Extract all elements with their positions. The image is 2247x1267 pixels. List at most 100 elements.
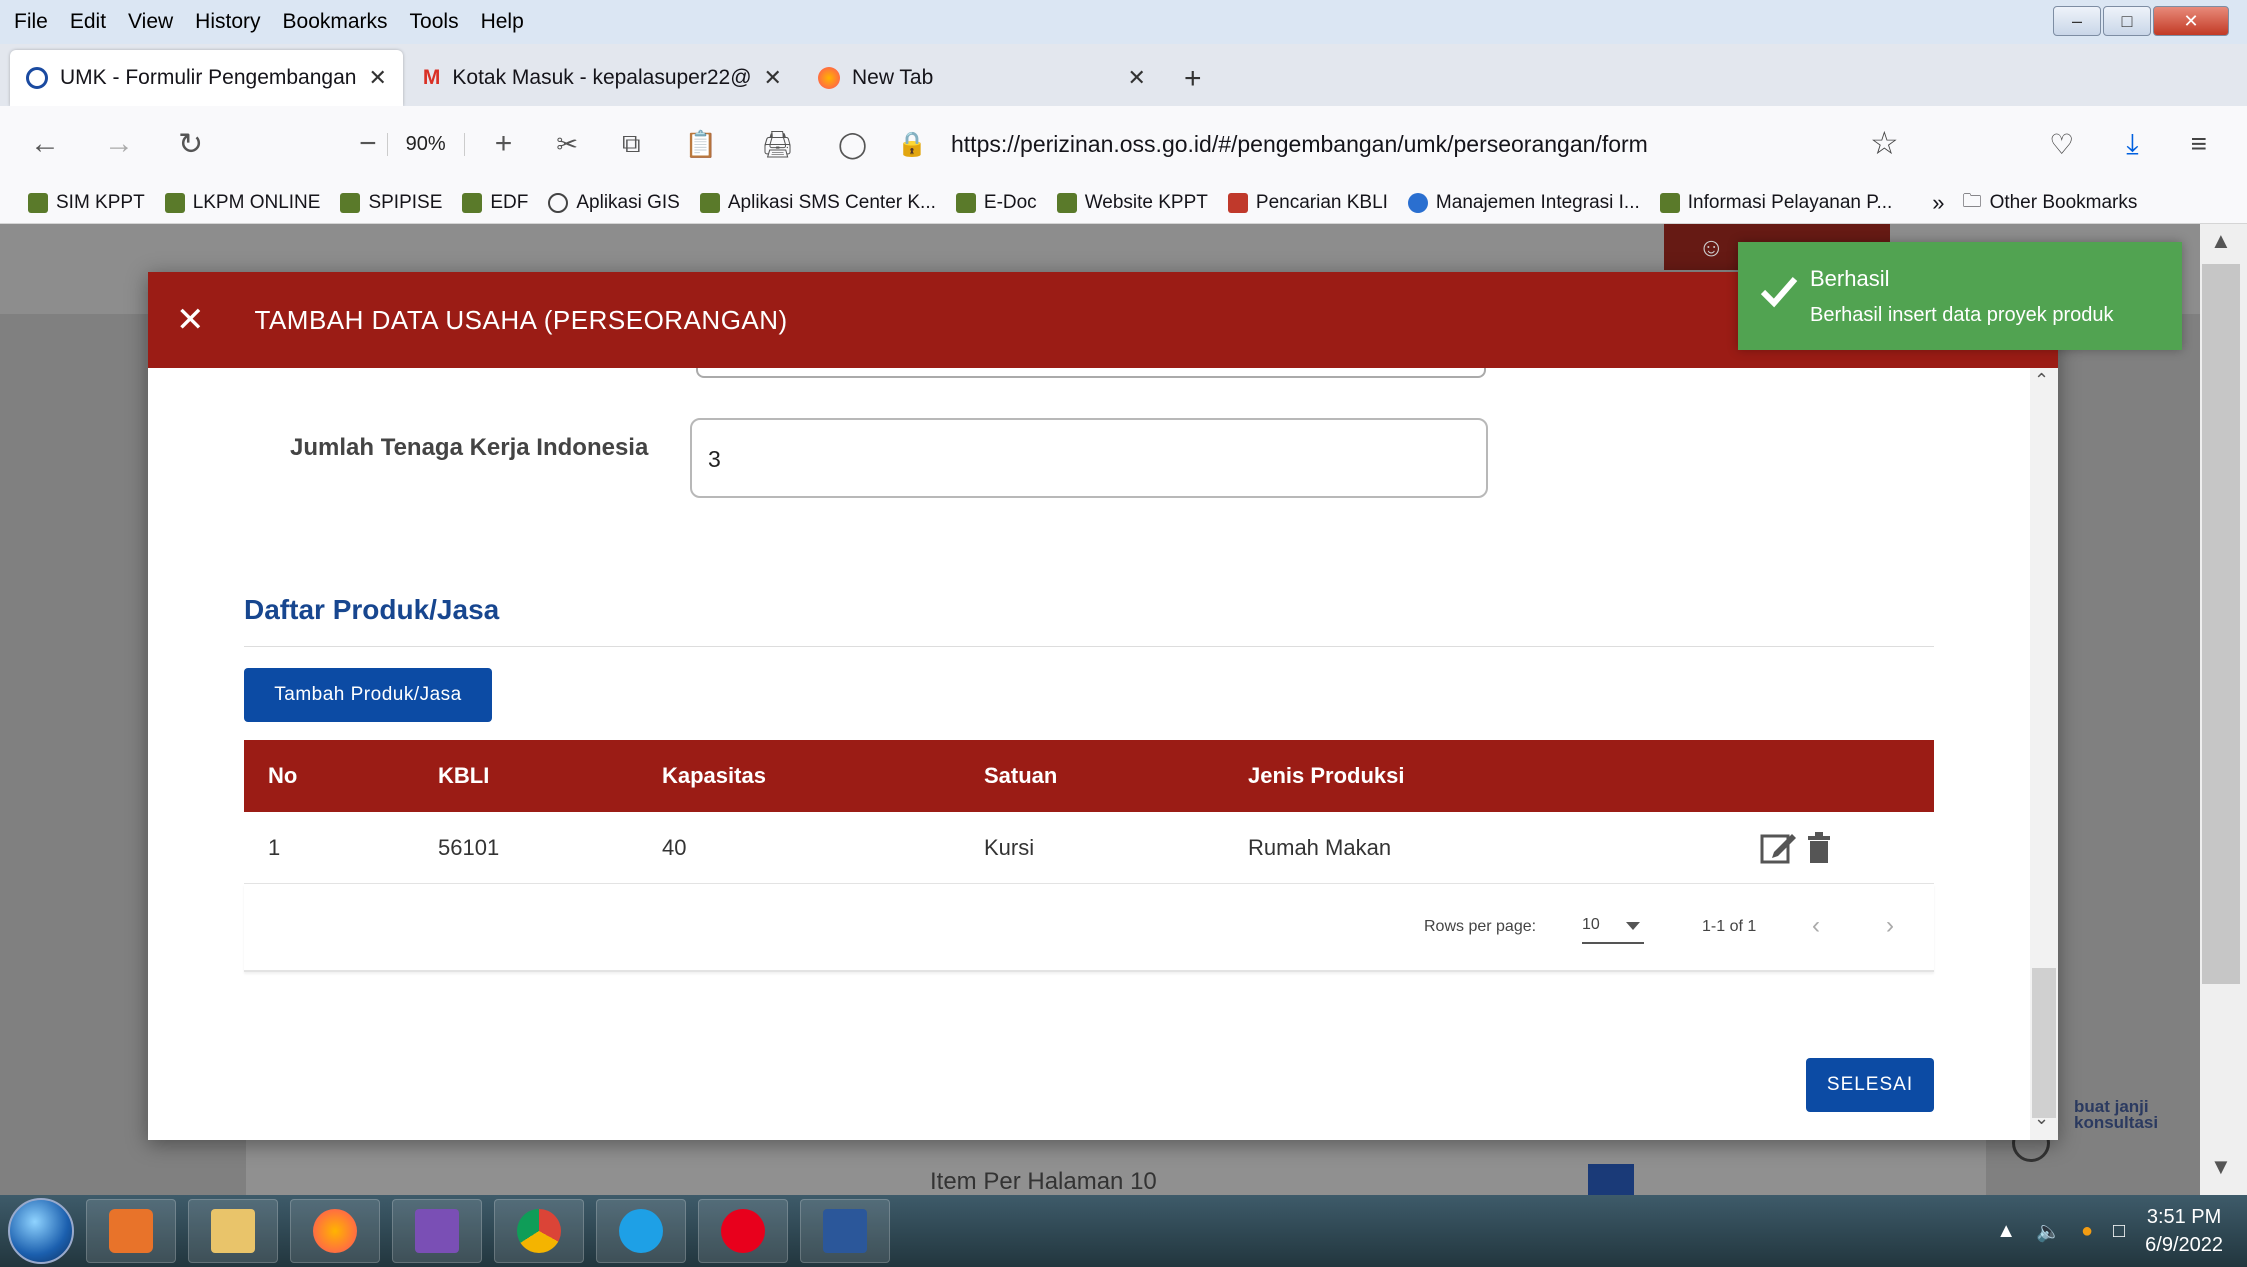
page-scrollbar[interactable]: ▲ ▼ [2200,224,2247,1224]
print-icon[interactable]: 🖨 [761,129,794,160]
volume-icon[interactable]: 🔈 [2036,1219,2061,1244]
maximize-button[interactable]: □ [2103,6,2151,36]
bookmark-informasi[interactable]: Informasi Pelayanan P... [1659,192,1892,214]
taskbar-chrome[interactable] [494,1199,584,1263]
taskbar-explorer[interactable] [188,1199,278,1263]
tab-new-tab[interactable]: New Tab ✕ [802,50,1162,106]
clock[interactable]: 3:51 PM 6/9/2022 [2145,1203,2223,1259]
scroll-up-icon[interactable]: ▲ [2210,228,2232,254]
menu-edit[interactable]: Edit [70,10,106,34]
close-tab-icon[interactable]: ✕ [368,65,386,91]
nav-bar: ← → ↻ − 90% + ✂ ⧉ 📋 🖨 ◯ 🔒 https://perizi… [0,106,2247,182]
shield-icon[interactable]: ◯ [838,129,867,160]
tray-expand-icon[interactable]: ▲ [1996,1220,2016,1243]
zoom-out-icon[interactable]: − [359,127,377,161]
network-icon[interactable]: ● [2081,1220,2093,1243]
url-text: https://perizinan.oss.go.id/#/pengembang… [951,130,1648,157]
bookmark-website-kppt[interactable]: Website KPPT [1056,192,1208,214]
copy-icon[interactable]: ⧉ [622,128,641,160]
check-icon [1760,277,1798,308]
reload-icon[interactable]: ↻ [178,127,203,162]
close-modal-icon[interactable]: ✕ [176,300,205,340]
col-kapasitas: Kapasitas [662,763,766,788]
taskbar-media-player[interactable] [86,1199,176,1263]
lock-icon: 🔒 [897,130,927,158]
paste-icon[interactable]: 📋 [685,129,717,160]
menu-history[interactable]: History [195,10,260,34]
tab-label: Kotak Masuk - kepalasuper22@ [452,66,752,89]
download-icon[interactable]: ⤓ [2126,128,2138,161]
table-row: 1 56101 40 Kursi Rumah Makan [244,812,1934,884]
menu-tools[interactable]: Tools [410,10,459,34]
menu-help[interactable]: Help [481,10,524,34]
table-pagination: Rows per page: 10 1-1 of 1 ‹ › [244,884,1934,972]
oss-icon [26,67,48,89]
workers-input[interactable]: 3 [690,418,1488,498]
consult-link[interactable]: buat janji konsultasi [2074,1098,2158,1131]
bookmark-spipise[interactable]: SPIPISE [340,192,442,214]
bookmark-edf[interactable]: EDF [462,192,528,214]
next-page-icon[interactable]: › [1886,912,1894,940]
toolbar-right: ♡ ⤓ ≡ [2049,128,2207,161]
modal-scroll-thumb[interactable] [2032,968,2056,1118]
tab-gmail[interactable]: M Kotak Masuk - kepalasuper22@ ✕ [407,50,798,106]
delete-icon[interactable] [1806,830,1832,866]
tab-umk-form[interactable]: UMK - Formulir Pengembangan ✕ [10,50,403,106]
action-center-icon[interactable]: □ [2113,1220,2125,1243]
firefox-icon [817,67,840,89]
taskbar-word[interactable] [800,1199,890,1263]
scroll-down-icon[interactable]: ⌄ [2034,1108,2049,1129]
taskbar-ie[interactable] [596,1199,686,1263]
menu-icon[interactable]: ≡ [2191,128,2207,161]
taskbar-firefox[interactable] [290,1199,380,1263]
caret-down-icon [1626,922,1640,930]
taskbar-opera[interactable] [698,1199,788,1263]
start-button[interactable] [8,1198,74,1264]
forward-icon[interactable]: → [104,127,134,161]
scroll-down-icon[interactable]: ▼ [2210,1154,2232,1180]
zoom-in-icon[interactable]: + [495,127,513,161]
add-business-modal: ✕ TAMBAH DATA USAHA (PERSEORANGAN) Jumla… [148,272,2058,1140]
bookmark-icon [955,192,976,213]
products-table: No KBLI Kapasitas Satuan Jenis Produksi … [244,740,1934,972]
close-tab-icon[interactable]: ✕ [1128,65,1146,91]
menu-file[interactable]: File [14,10,48,34]
pocket-icon[interactable]: ♡ [2049,128,2074,161]
scroll-up-icon[interactable]: ⌃ [2034,370,2049,391]
minimize-button[interactable]: – [2053,6,2101,36]
rows-per-page-select[interactable]: 10 [1582,916,1644,944]
bookmark-icon [462,192,483,213]
modal-scrollbar[interactable]: ⌃ ⌄ [2030,368,2058,1140]
cut-icon[interactable]: ✂ [556,129,578,160]
address-bar[interactable]: 🔒 https://perizinan.oss.go.id/#/pengemba… [897,130,1648,159]
prev-page-icon[interactable]: ‹ [1812,912,1820,940]
done-button[interactable]: SELESAI [1806,1058,1934,1112]
bookmark-lkpm[interactable]: LKPM ONLINE [164,192,320,214]
globe-icon [548,192,569,213]
close-window-button[interactable]: ✕ [2153,6,2229,36]
add-product-button[interactable]: Tambah Produk/Jasa [244,668,492,722]
bookmark-aplikasi-gis[interactable]: Aplikasi GIS [548,192,680,214]
bookmark-star-icon[interactable]: ☆ [1870,124,1899,162]
edit-icon[interactable] [1760,830,1798,866]
bookmark-icon [699,192,720,213]
bookmark-pencarian-kbli[interactable]: Pencarian KBLI [1227,192,1388,214]
scroll-thumb[interactable] [2202,264,2240,984]
previous-field-edge [696,368,1486,378]
success-toast[interactable]: Berhasil Berhasil insert data proyek pro… [1738,242,2182,350]
tab-bar: UMK - Formulir Pengembangan ✕ M Kotak Ma… [0,44,2247,106]
back-icon[interactable]: ← [30,127,60,161]
bookmark-sms-center[interactable]: Aplikasi SMS Center K... [699,192,936,214]
chevron-more-icon[interactable]: » [1932,190,1944,216]
menu-view[interactable]: View [128,10,173,34]
taskbar-vs[interactable] [392,1199,482,1263]
close-tab-icon[interactable]: ✕ [764,65,782,91]
menu-bookmarks[interactable]: Bookmarks [283,10,388,34]
bookmark-manajemen[interactable]: Manajemen Integrasi I... [1407,192,1640,214]
bookmark-sim-kppt[interactable]: SIM KPPT [28,192,145,214]
zoom-level[interactable]: 90% [386,132,465,156]
new-tab-icon[interactable]: + [1184,62,1202,96]
bookmark-edoc[interactable]: E-Doc [955,192,1037,214]
bookmark-other[interactable]: 🗀 Other Bookmarks [1963,187,2138,219]
bookmark-icon [1227,192,1248,213]
